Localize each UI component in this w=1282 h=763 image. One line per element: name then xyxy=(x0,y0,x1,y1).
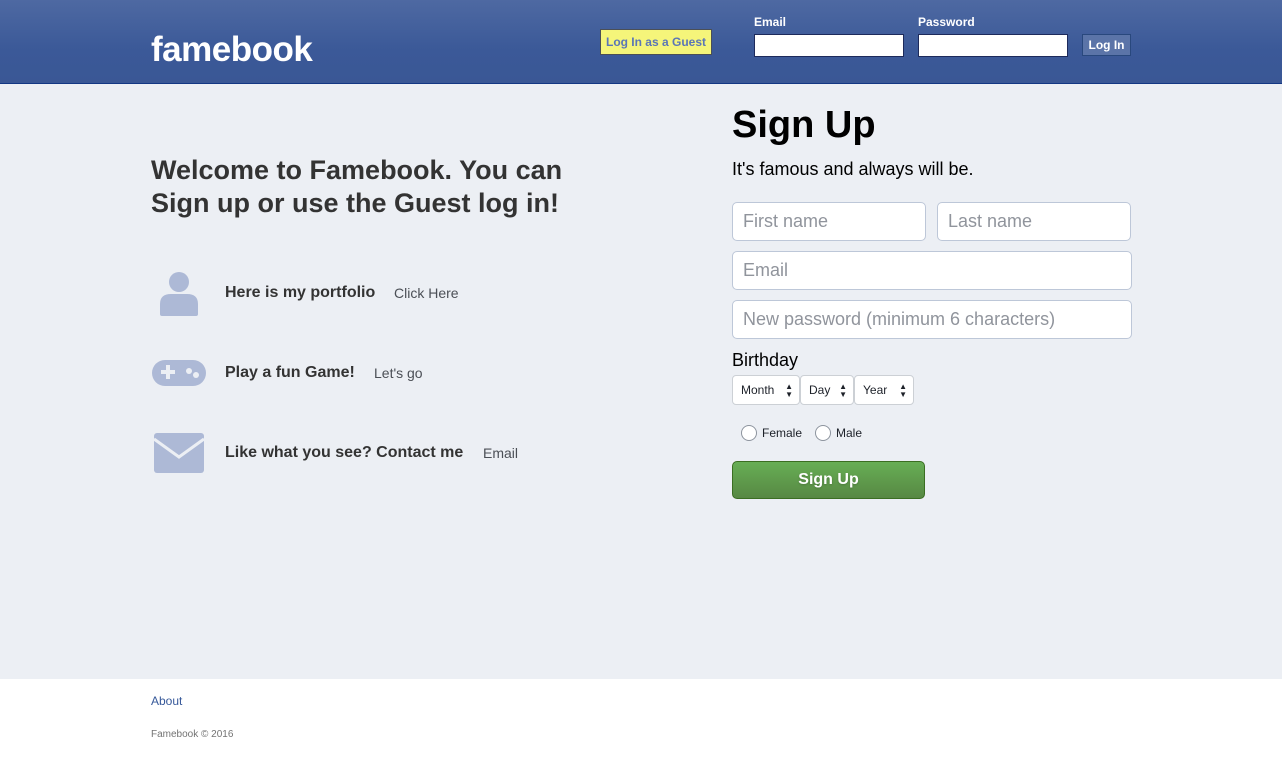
feature-contact: Like what you see? Contact me Email xyxy=(151,428,518,478)
month-select[interactable]: Month ▲ ▼ xyxy=(732,375,800,405)
signup-button[interactable]: Sign Up xyxy=(732,461,925,499)
footer xyxy=(0,679,1282,763)
male-label: Male xyxy=(836,426,863,440)
email-link[interactable]: Email xyxy=(483,445,518,461)
select-arrows-icon: ▲ ▼ xyxy=(839,382,847,399)
year-select[interactable]: Year ▲ ▼ xyxy=(854,375,914,405)
signup-password-field[interactable] xyxy=(732,300,1132,339)
female-radio-option[interactable]: Female xyxy=(741,425,802,441)
feature-game: Play a fun Game! Let's go xyxy=(151,348,423,398)
welcome-heading: Welcome to Famebook. You can Sign up or … xyxy=(151,155,563,218)
login-button[interactable]: Log In xyxy=(1082,34,1131,56)
top-navbar: famebook Log In as a Guest Email Passwor… xyxy=(0,0,1282,84)
signup-title: Sign Up xyxy=(732,104,876,146)
select-arrows-icon: ▲ ▼ xyxy=(899,382,907,399)
login-email-label: Email xyxy=(754,15,787,29)
birthday-label: Birthday xyxy=(732,350,799,370)
feature-portfolio: Here is my portfolio Click Here xyxy=(151,268,459,318)
feature-title: Like what you see? Contact me xyxy=(225,444,464,461)
portfolio-link[interactable]: Click Here xyxy=(394,285,459,301)
first-name-field[interactable] xyxy=(732,202,926,241)
day-select[interactable]: Day ▲ ▼ xyxy=(800,375,854,405)
login-password-input[interactable] xyxy=(918,34,1068,57)
game-link[interactable]: Let's go xyxy=(374,365,423,381)
guest-login-button[interactable]: Log In as a Guest xyxy=(600,29,712,55)
login-email-input[interactable] xyxy=(754,34,904,57)
female-label: Female xyxy=(762,426,803,440)
select-arrows-icon: ▲ ▼ xyxy=(785,382,793,399)
feature-title: Here is my portfolio xyxy=(225,284,376,301)
last-name-field[interactable] xyxy=(937,202,1131,241)
female-radio[interactable] xyxy=(741,425,757,441)
about-link[interactable]: About xyxy=(151,694,182,708)
signup-email-field[interactable] xyxy=(732,251,1132,290)
famebook-logo[interactable]: famebook xyxy=(151,30,313,70)
signup-subtitle: It's famous and always will be. xyxy=(732,159,974,179)
gamepad-icon xyxy=(151,349,207,397)
male-radio[interactable] xyxy=(815,425,831,441)
login-password-label: Password xyxy=(918,15,975,29)
feature-title: Play a fun Game! xyxy=(225,364,355,381)
male-radio-option[interactable]: Male xyxy=(815,425,862,441)
person-icon xyxy=(151,269,207,317)
copyright-text: Famebook © 2016 xyxy=(151,729,234,740)
year-select-value: Year xyxy=(863,383,888,397)
day-select-value: Day xyxy=(809,383,831,397)
month-select-value: Month xyxy=(741,383,775,397)
envelope-icon xyxy=(151,429,207,477)
